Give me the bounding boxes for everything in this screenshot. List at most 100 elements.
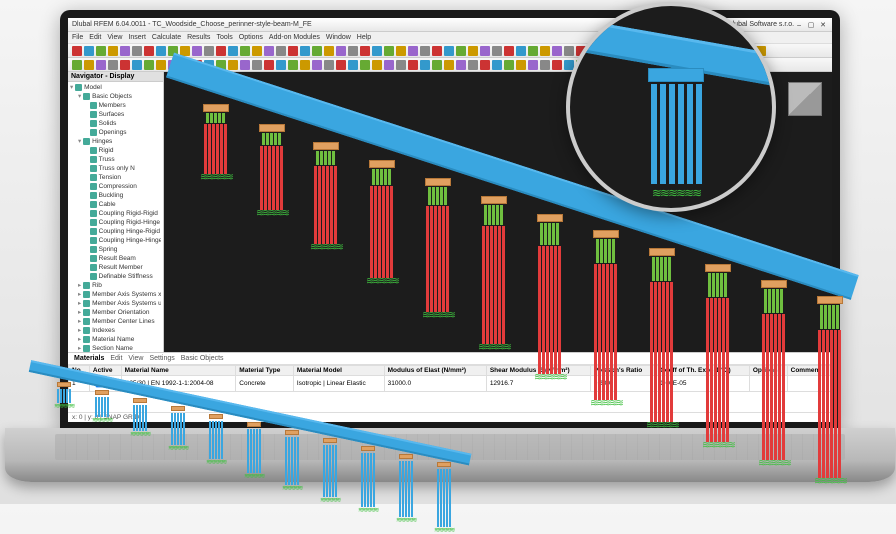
toolbar-icon[interactable] bbox=[468, 46, 478, 56]
toolbar-icon[interactable] bbox=[252, 46, 262, 56]
col-header[interactable]: Material Name bbox=[121, 366, 236, 376]
tree-item[interactable]: Buckling bbox=[70, 192, 161, 201]
toolbar-icon[interactable] bbox=[144, 60, 154, 70]
table-body[interactable]: 1C25/30 | EN 1992-1-1:2004-08ConcreteIso… bbox=[69, 376, 832, 392]
toolbar-icon[interactable] bbox=[132, 46, 142, 56]
toolbar-icon[interactable] bbox=[72, 60, 82, 70]
tree-item[interactable]: ▾ Hinges bbox=[70, 138, 161, 147]
tree-item[interactable]: Rigid bbox=[70, 147, 161, 156]
toolbar-icon[interactable] bbox=[240, 46, 250, 56]
tree-item[interactable]: ▸ Rib bbox=[70, 282, 161, 291]
col-header[interactable]: No. bbox=[69, 366, 90, 376]
toolbar-icon[interactable] bbox=[240, 60, 250, 70]
bottom-tab-view[interactable]: View bbox=[128, 355, 143, 362]
active-checkbox[interactable] bbox=[96, 380, 104, 388]
toolbar-icon[interactable] bbox=[396, 46, 406, 56]
toolbar-icon[interactable] bbox=[312, 60, 322, 70]
toolbar-icon[interactable] bbox=[444, 60, 454, 70]
toolbar-icon[interactable] bbox=[348, 46, 358, 56]
tree-item[interactable]: ▸ Member Orientation bbox=[70, 309, 161, 318]
toolbar-icon[interactable] bbox=[288, 60, 298, 70]
menu-file[interactable]: File bbox=[72, 34, 83, 41]
toolbar-icon[interactable] bbox=[504, 46, 514, 56]
cell-options[interactable] bbox=[749, 376, 787, 392]
tree-item[interactable]: Truss bbox=[70, 156, 161, 165]
toolbar-icon[interactable] bbox=[516, 46, 526, 56]
tree-item[interactable]: ▾ Model bbox=[70, 84, 161, 93]
toolbar-icon[interactable] bbox=[492, 60, 502, 70]
toolbar-icon[interactable] bbox=[468, 60, 478, 70]
toolbar-icon[interactable] bbox=[276, 46, 286, 56]
cell-E[interactable]: 31000.0 bbox=[384, 376, 486, 392]
toolbar-icon[interactable] bbox=[384, 60, 394, 70]
tree-item[interactable]: ▸ Section Name bbox=[70, 345, 161, 352]
toolbar-icon[interactable] bbox=[204, 46, 214, 56]
tree-item[interactable]: Coupling Hinge-Rigid bbox=[70, 228, 161, 237]
col-header[interactable]: Material Model bbox=[293, 366, 384, 376]
menu-results[interactable]: Results bbox=[187, 34, 210, 41]
toolbar-icon[interactable] bbox=[408, 60, 418, 70]
minimize-button[interactable]: – bbox=[794, 22, 804, 29]
toolbar-icon[interactable] bbox=[492, 46, 502, 56]
materials-table[interactable]: No.ActiveMaterial NameMaterial TypeMater… bbox=[68, 365, 832, 392]
toolbar-icon[interactable] bbox=[180, 46, 190, 56]
bottom-tab-basic-objects[interactable]: Basic Objects bbox=[181, 355, 224, 362]
menu-options[interactable]: Options bbox=[239, 34, 263, 41]
menu-calculate[interactable]: Calculate bbox=[152, 34, 181, 41]
tree-item[interactable]: Coupling Rigid-Hinge bbox=[70, 219, 161, 228]
cell-no[interactable]: 1 bbox=[69, 376, 90, 392]
col-header[interactable]: Coeff of Th. Exp. (1/°C) bbox=[657, 366, 750, 376]
toolbar-icon[interactable] bbox=[120, 46, 130, 56]
tree-item[interactable]: Members bbox=[70, 102, 161, 111]
toolbar-icon[interactable] bbox=[120, 60, 130, 70]
cell-name[interactable]: C25/30 | EN 1992-1-1:2004-08 bbox=[121, 376, 236, 392]
toolbar-icon[interactable] bbox=[72, 46, 82, 56]
maximize-button[interactable]: ▢ bbox=[806, 21, 816, 29]
cell-G[interactable]: 12916.7 bbox=[486, 376, 590, 392]
tree-item[interactable]: ▸ Member Axis Systems u,v,w bbox=[70, 300, 161, 309]
tree-item[interactable]: ▸ Material Name bbox=[70, 336, 161, 345]
toolbar-icon[interactable] bbox=[108, 46, 118, 56]
toolbar-icon[interactable] bbox=[96, 60, 106, 70]
toolbar-icon[interactable] bbox=[192, 46, 202, 56]
col-header[interactable]: Poisson's Ratio bbox=[590, 366, 656, 376]
toolbar-icon[interactable] bbox=[384, 46, 394, 56]
toolbar-icon[interactable] bbox=[552, 46, 562, 56]
toolbar-icon[interactable] bbox=[408, 46, 418, 56]
toolbar-icon[interactable] bbox=[156, 60, 166, 70]
navigator-tree[interactable]: ▾ Model▾ Basic Objects Members Surfaces … bbox=[68, 82, 163, 352]
toolbar-icon[interactable] bbox=[360, 46, 370, 56]
toolbar-icon[interactable] bbox=[432, 46, 442, 56]
toolbar-icon[interactable] bbox=[348, 60, 358, 70]
menu-edit[interactable]: Edit bbox=[89, 34, 101, 41]
toolbar-icon[interactable] bbox=[336, 46, 346, 56]
toolbar-icon[interactable] bbox=[540, 60, 550, 70]
toolbar-icon[interactable] bbox=[336, 60, 346, 70]
toolbar-icon[interactable] bbox=[456, 46, 466, 56]
cell-v[interactable]: 0.200 bbox=[590, 376, 656, 392]
col-header[interactable]: Comment bbox=[787, 366, 831, 376]
tree-item[interactable]: Compression bbox=[70, 183, 161, 192]
toolbar-icon[interactable] bbox=[504, 60, 514, 70]
table-row[interactable]: 1C25/30 | EN 1992-1-1:2004-08ConcreteIso… bbox=[69, 376, 832, 392]
tree-item[interactable]: Coupling Hinge-Hinge bbox=[70, 237, 161, 246]
tree-item[interactable]: Surfaces bbox=[70, 111, 161, 120]
menu-insert[interactable]: Insert bbox=[128, 34, 146, 41]
tree-item[interactable]: Spring bbox=[70, 246, 161, 255]
toolbar-icon[interactable] bbox=[480, 46, 490, 56]
toolbar-icon[interactable] bbox=[324, 46, 334, 56]
tree-item[interactable]: ▸ Member Center Lines bbox=[70, 318, 161, 327]
toolbar-icon[interactable] bbox=[372, 46, 382, 56]
tree-item[interactable]: Result Beam bbox=[70, 255, 161, 264]
toolbar-icon[interactable] bbox=[324, 60, 334, 70]
menu-tools[interactable]: Tools bbox=[216, 34, 232, 41]
cell-alpha[interactable]: 1.00E-05 bbox=[657, 376, 750, 392]
toolbar-icon[interactable] bbox=[108, 60, 118, 70]
tree-item[interactable]: Solids bbox=[70, 120, 161, 129]
toolbar-icon[interactable] bbox=[444, 46, 454, 56]
toolbar-icon[interactable] bbox=[216, 46, 226, 56]
toolbar-icon[interactable] bbox=[300, 46, 310, 56]
cell-comment[interactable] bbox=[787, 376, 831, 392]
toolbar-icon[interactable] bbox=[396, 60, 406, 70]
col-header[interactable]: Options bbox=[749, 366, 787, 376]
